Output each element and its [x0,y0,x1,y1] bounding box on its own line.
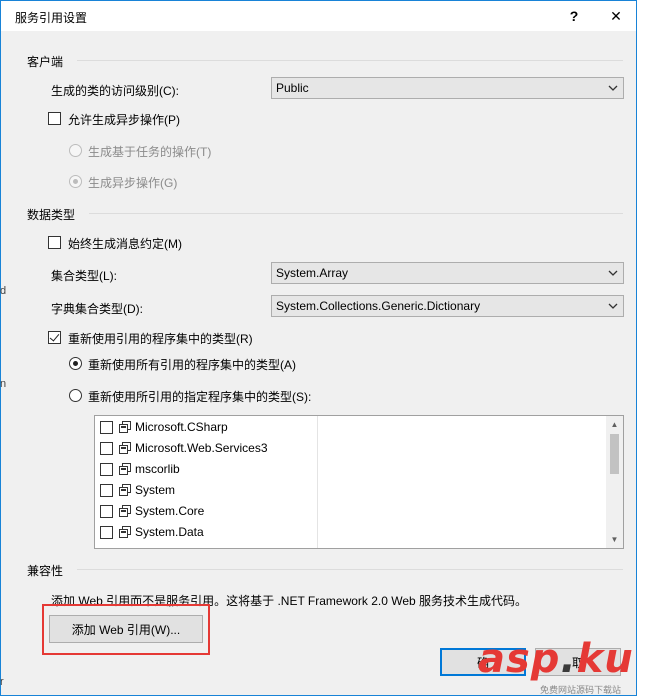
scroll-down-icon[interactable]: ▼ [606,531,623,548]
chevron-down-icon [608,85,618,91]
listbox-scrollbar[interactable]: ▲ ▼ [606,416,623,548]
reuse-types-label: 重新使用引用的程序集中的类型(R) [68,332,253,346]
watermark-logo: asp.ku [478,636,634,682]
assembly-name: Microsoft.Web.Services3 [135,441,268,455]
assembly-icon [119,526,131,538]
assembly-checkbox[interactable] [100,442,113,455]
watermark-subtitle: 免费网站源码下载站 [540,685,622,695]
assembly-list-item[interactable]: System.Data [100,522,315,542]
async-ops-radio[interactable] [69,175,82,188]
background-text-fragment: r [0,676,4,688]
data-type-group-header: 数据类型 [27,208,76,222]
client-group-divider [77,60,623,61]
close-icon: ✕ [610,7,622,24]
add-web-reference-button[interactable]: 添加 Web 引用(W)... [49,615,203,643]
assembly-icon [119,484,131,496]
compat-group-header: 兼容性 [27,564,64,578]
message-contract-checkbox[interactable] [48,236,61,249]
scroll-up-icon[interactable]: ▲ [606,416,623,433]
collection-type-combobox[interactable]: System.Array [271,262,624,284]
help-button[interactable]: ? [551,1,597,31]
assembly-list-item[interactable]: Microsoft.Web.Services3 [100,438,315,458]
assembly-checkbox[interactable] [100,484,113,497]
assembly-list-item[interactable]: System.Core [100,501,315,521]
access-level-combobox[interactable]: Public [271,77,624,99]
collection-type-value: System.Array [276,266,349,280]
dialog-title: 服务引用设置 [15,11,88,25]
task-based-radio[interactable] [69,144,82,157]
dictionary-type-label: 字典集合类型(D): [51,302,143,316]
client-group-header: 客户端 [27,55,64,69]
data-type-group-divider [89,213,623,214]
add-web-reference-label: 添加 Web 引用(W)... [71,622,181,637]
chevron-down-icon [608,303,618,309]
scroll-thumb[interactable] [610,434,619,474]
assembly-list-item[interactable]: System [100,480,315,500]
background-text-fragment: n [0,378,7,390]
assembly-name: System.Core [135,504,205,518]
help-icon: ? [569,8,579,24]
reuse-specified-label: 重新使用所引用的指定程序集中的类型(S): [88,390,312,404]
assembly-checkbox[interactable] [100,505,113,518]
compat-group-divider [77,569,623,570]
service-reference-settings-dialog: 服务引用设置 ? ✕ 客户端 生成的类的访问级别(C): Public 允许生成… [0,0,649,698]
assembly-icon [119,505,131,517]
chevron-down-icon [608,270,618,276]
assembly-name: System [135,483,176,497]
assembly-name: Microsoft.CSharp [135,420,228,434]
dictionary-type-value: System.Collections.Generic.Dictionary [276,299,481,313]
reuse-specified-radio[interactable] [69,389,82,402]
assembly-name: mscorlib [135,462,180,476]
compat-description: 添加 Web 引用而不是服务引用。这将基于 .NET Framework 2.0… [51,594,528,608]
title-bar: 服务引用设置 ? ✕ [1,1,636,31]
async-ops-label: 生成异步操作(G) [88,176,178,190]
allow-async-label: 允许生成异步操作(P) [68,113,180,127]
assembly-icon [119,463,131,475]
assembly-icon [119,442,131,454]
listbox-column-divider [317,416,318,548]
access-level-value: Public [276,81,309,95]
background-text-fragment: d [0,285,7,297]
allow-async-checkbox[interactable] [48,112,61,125]
assembly-checkbox[interactable] [100,463,113,476]
assembly-icon [119,421,131,433]
access-level-label: 生成的类的访问级别(C): [51,84,179,98]
assembly-checkbox[interactable] [100,526,113,539]
assembly-list-item[interactable]: Microsoft.CSharp [100,417,315,437]
assembly-list-item[interactable]: mscorlib [100,459,315,479]
reuse-all-radio[interactable] [69,357,82,370]
assembly-listbox[interactable]: Microsoft.CSharp Microsoft.Web.Services3 m… [94,415,624,549]
assembly-checkbox[interactable] [100,421,113,434]
collection-type-label: 集合类型(L): [51,269,118,283]
message-contract-label: 始终生成消息约定(M) [68,237,182,251]
assembly-name: System.Data [135,525,204,539]
reuse-types-checkbox[interactable] [48,331,61,344]
close-button[interactable]: ✕ [593,1,639,31]
dialog-content: 客户端 生成的类的访问级别(C): Public 允许生成异步操作(P) 生成基… [1,31,636,695]
dictionary-type-combobox[interactable]: System.Collections.Generic.Dictionary [271,295,624,317]
reuse-all-label: 重新使用所有引用的程序集中的类型(A) [88,358,296,372]
task-based-label: 生成基于任务的操作(T) [88,145,212,159]
